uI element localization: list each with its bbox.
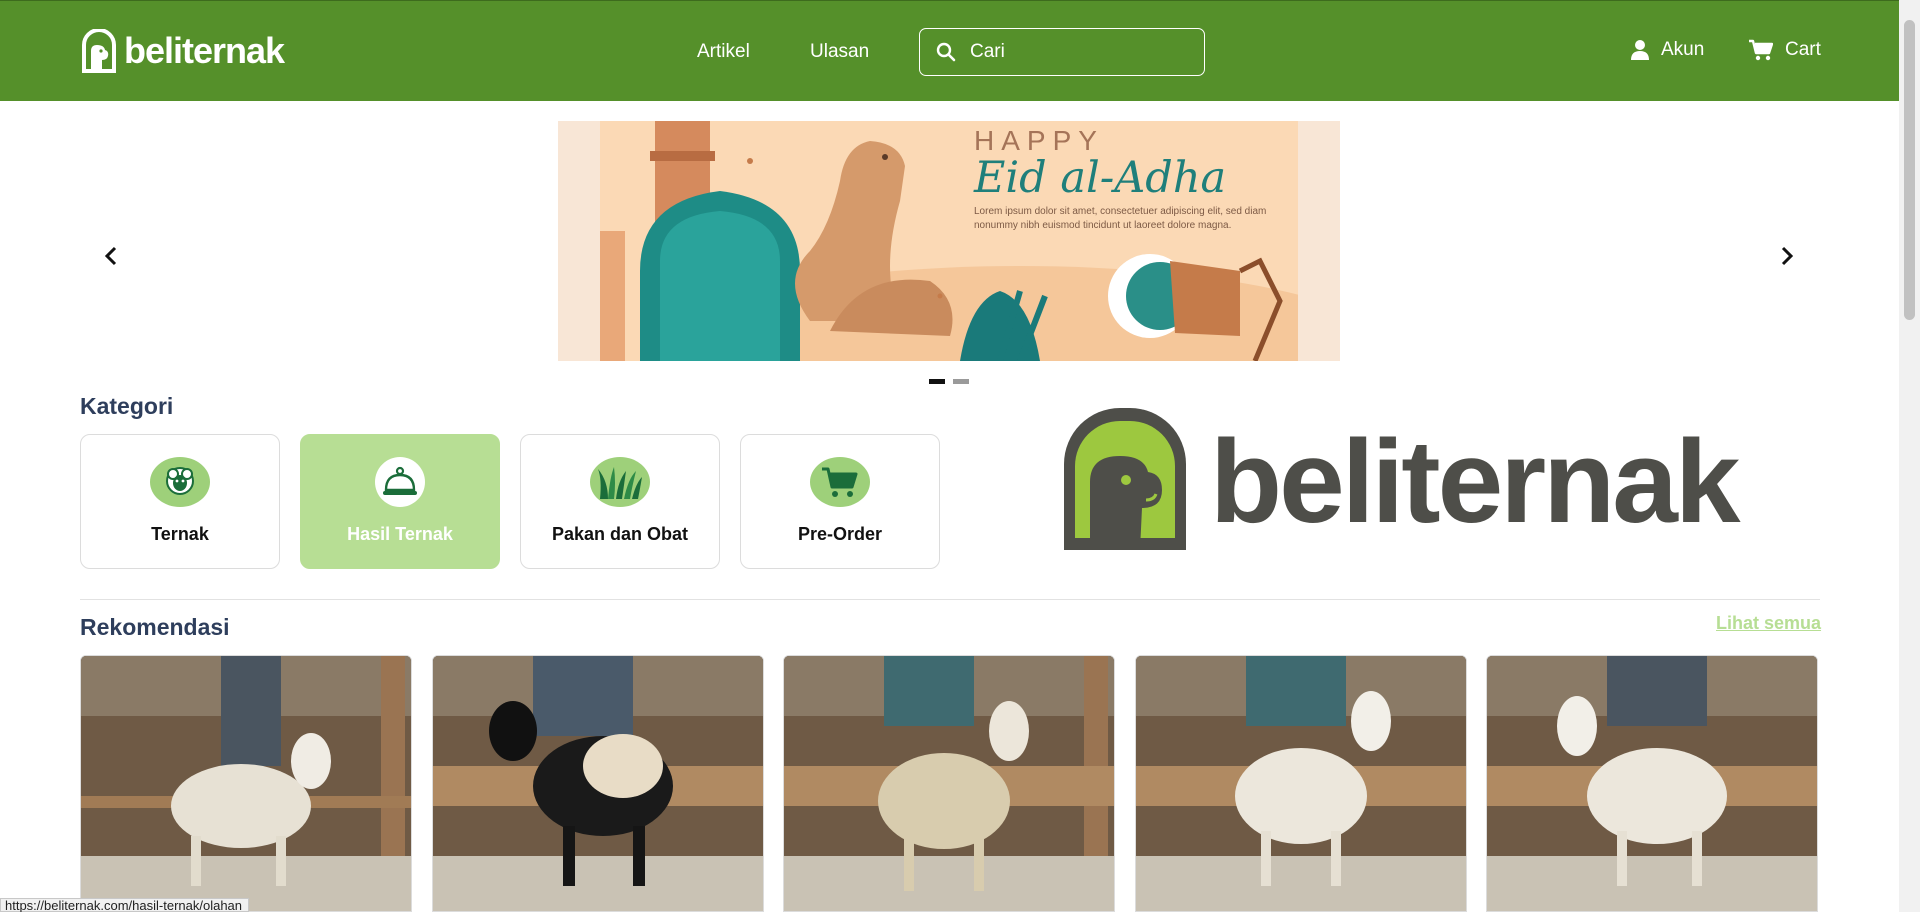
white-sheep-photo	[1487, 656, 1817, 911]
cart-icon	[810, 457, 870, 507]
see-all-link[interactable]: Lihat semua	[1716, 613, 1821, 634]
nav-ulasan-link[interactable]: Ulasan	[810, 41, 869, 63]
account-label: Akun	[1661, 39, 1705, 60]
carousel-indicators	[929, 379, 969, 384]
product-card[interactable]	[80, 655, 412, 912]
carousel-next-button[interactable]	[1772, 241, 1802, 271]
category-card-hasil-ternak[interactable]: Hasil Ternak	[300, 434, 500, 569]
chevron-right-icon	[1781, 246, 1794, 266]
white-sheep-photo	[81, 656, 411, 911]
cart-icon	[1749, 39, 1773, 61]
search-icon	[936, 42, 956, 62]
category-label: Hasil Ternak	[347, 524, 453, 544]
eid-al-adha-banner[interactable]: HAPPY Eid al-Adha Lorem ipsum dolor sit …	[558, 121, 1340, 361]
banner-body-text: Lorem ipsum dolor sit amet, consectetuer…	[974, 206, 1267, 231]
banner-title: Eid al-Adha	[974, 153, 1227, 203]
category-card-pre-order[interactable]: Pre-Order	[740, 434, 940, 569]
cart-label: Cart	[1785, 39, 1821, 60]
top-navbar: beliternak Artikel Ulasan Akun Cart	[0, 0, 1899, 101]
product-card[interactable]	[432, 655, 764, 912]
status-bar-url: https://beliternak.com/hasil-ternak/olah…	[0, 898, 250, 912]
sheep-logo-icon	[82, 29, 116, 73]
brand-logo-large-text: beliternak	[1210, 416, 1740, 548]
category-label: Pre-Order	[797, 524, 883, 544]
nav-artikel-link[interactable]: Artikel	[697, 41, 750, 63]
user-icon	[1631, 40, 1649, 60]
cart-button[interactable]: Cart	[1749, 39, 1821, 61]
banner-carousel: HAPPY Eid al-Adha Lorem ipsum dolor sit …	[0, 101, 1899, 391]
carousel-dot-1[interactable]	[929, 379, 945, 384]
logo-text: beliternak	[124, 30, 285, 71]
grass-icon	[590, 457, 650, 507]
chevron-left-icon	[104, 246, 117, 266]
white-sheep-photo	[1136, 656, 1466, 911]
category-card-pakan-dan-obat[interactable]: Pakan dan Obat	[520, 434, 720, 569]
carousel-dot-2[interactable]	[953, 379, 969, 384]
search-input[interactable]	[970, 41, 1170, 63]
search-bar[interactable]	[919, 28, 1205, 76]
section-divider	[80, 599, 1820, 600]
banner-illustration: HAPPY Eid al-Adha Lorem ipsum dolor sit …	[600, 121, 1298, 361]
cloche-icon	[375, 457, 425, 507]
product-card[interactable]	[783, 655, 1115, 912]
brand-logo[interactable]: beliternak	[80, 29, 285, 73]
woolly-sheep-photo	[784, 656, 1114, 911]
scrollbar-thumb[interactable]	[1904, 20, 1915, 320]
page-scrollbar[interactable]	[1899, 0, 1920, 912]
product-card[interactable]	[1486, 655, 1818, 912]
category-card-ternak[interactable]: Ternak	[80, 434, 280, 569]
category-label: Pakan dan Obat	[551, 524, 689, 544]
sheep-logo-icon	[1064, 408, 1186, 550]
black-white-sheep-photo	[433, 656, 763, 911]
product-card[interactable]	[1135, 655, 1467, 912]
rekomendasi-heading: Rekomendasi	[80, 614, 230, 640]
sheep-icon	[150, 457, 210, 507]
account-button[interactable]: Akun	[1631, 39, 1704, 61]
kategori-heading: Kategori	[80, 393, 174, 419]
brand-logo-large: beliternak	[1064, 408, 1740, 550]
category-label: Ternak	[151, 524, 209, 544]
carousel-prev-button[interactable]	[96, 241, 126, 271]
